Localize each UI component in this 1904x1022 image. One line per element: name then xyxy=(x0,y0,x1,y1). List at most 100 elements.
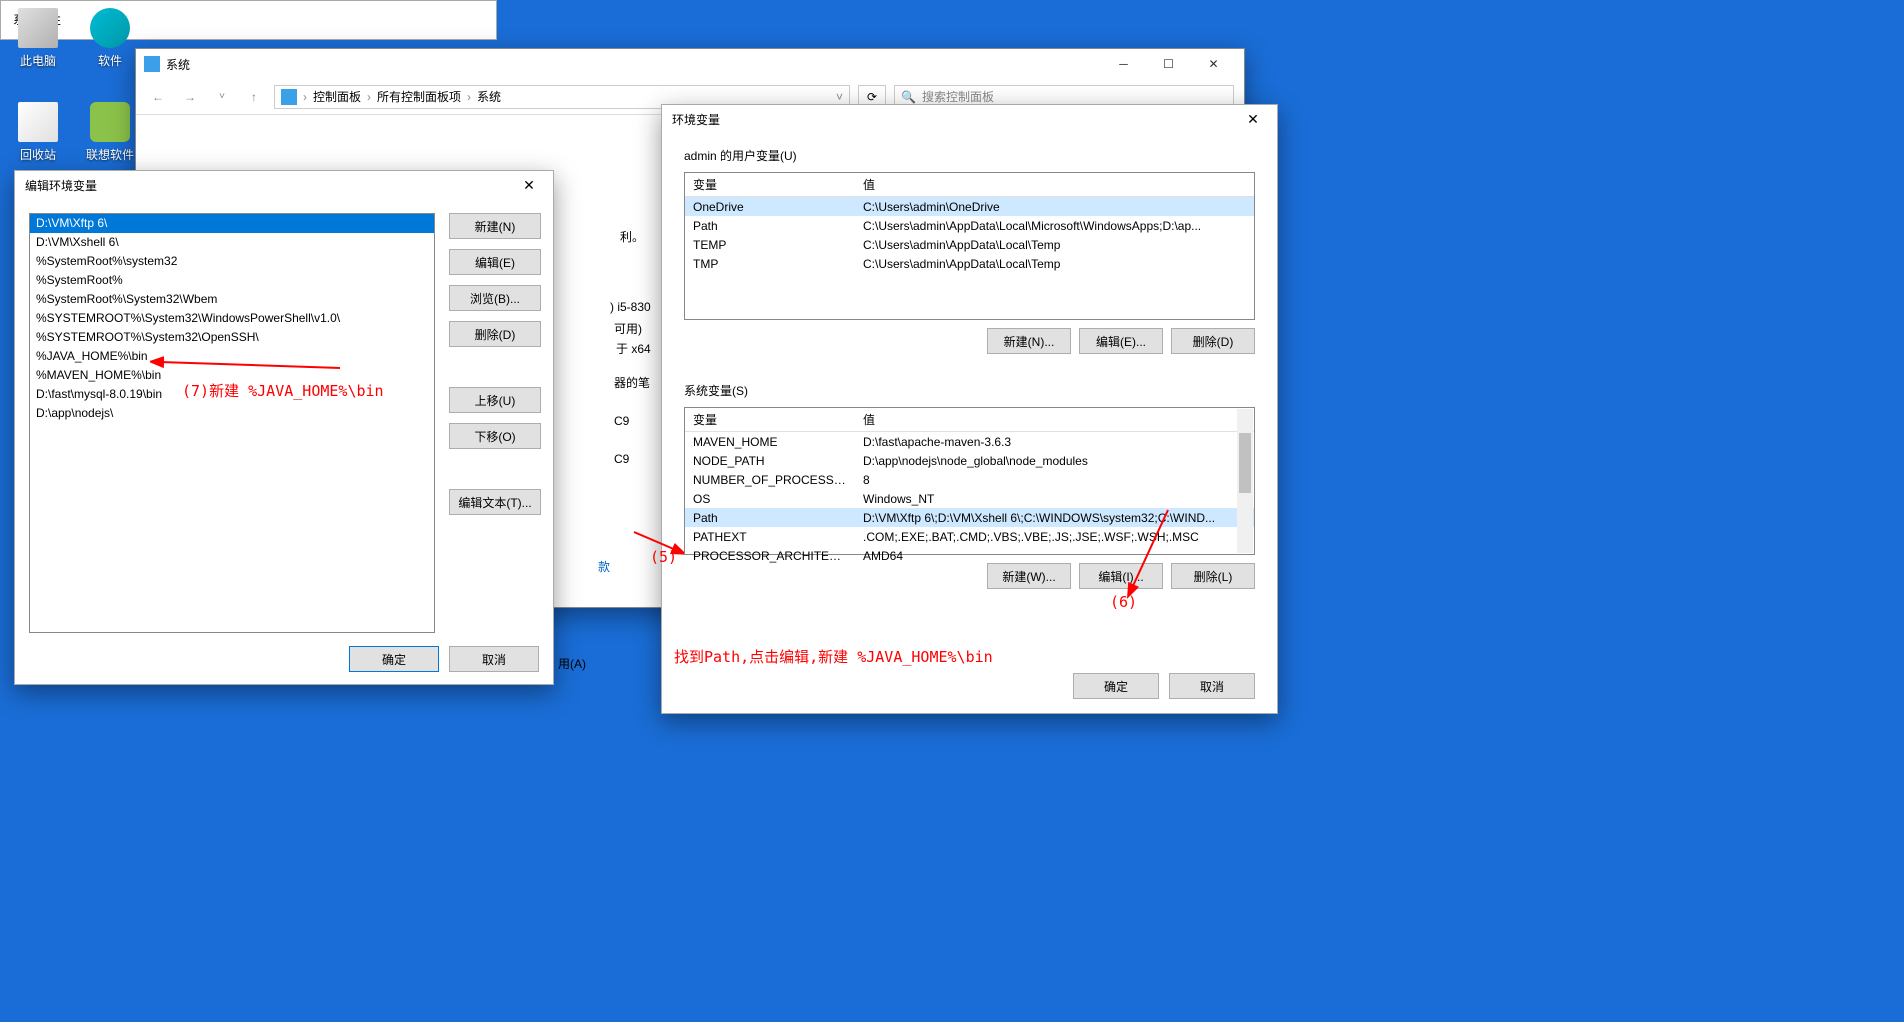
breadcrumb-item[interactable]: 控制面板 xyxy=(313,88,361,105)
breadcrumb-icon xyxy=(281,89,297,105)
var-name: OS xyxy=(685,492,855,506)
window-title: 环境变量 xyxy=(672,111,1239,128)
var-name: TMP xyxy=(685,257,855,271)
software-icon xyxy=(90,8,130,48)
system-new-button[interactable]: 新建(W)... xyxy=(987,563,1071,589)
table-row[interactable]: Path D:\VM\Xftp 6\;D:\VM\Xshell 6\;C:\WI… xyxy=(685,508,1254,527)
recycle-icon xyxy=(18,102,58,142)
close-button[interactable]: ✕ xyxy=(515,177,543,194)
user-edit-button[interactable]: 编辑(E)... xyxy=(1079,328,1163,354)
edit-text-button[interactable]: 编辑文本(T)... xyxy=(449,489,541,515)
table-row[interactable]: MAVEN_HOME D:\fast\apache-maven-3.6.3 xyxy=(685,432,1254,451)
titlebar[interactable]: 系统 ─ ☐ ✕ xyxy=(136,49,1244,79)
desktop-icon-recycle[interactable]: 回收站 xyxy=(10,102,66,163)
column-header-val[interactable]: 值 xyxy=(855,173,1254,196)
back-button[interactable]: ← xyxy=(146,85,170,109)
scrollbar-thumb[interactable] xyxy=(1239,433,1251,493)
table-row[interactable]: OS Windows_NT xyxy=(685,489,1254,508)
annotation-7: (7)新建 %JAVA_HOME%\bin xyxy=(182,380,384,401)
move-down-button[interactable]: 下移(O) xyxy=(449,423,541,449)
recent-button[interactable]: ˅ xyxy=(210,85,234,109)
new-button[interactable]: 新建(N) xyxy=(449,213,541,239)
minimize-button[interactable]: ─ xyxy=(1101,50,1146,78)
scrollbar[interactable] xyxy=(1237,409,1253,553)
delete-button[interactable]: 删除(D) xyxy=(449,321,541,347)
list-item[interactable]: %JAVA_HOME%\bin xyxy=(30,347,434,366)
list-item[interactable]: D:\VM\Xshell 6\ xyxy=(30,233,434,252)
var-value: C:\Users\admin\AppData\Local\Microsoft\W… xyxy=(855,219,1254,233)
system-vars-table[interactable]: 变量 值 MAVEN_HOME D:\fast\apache-maven-3.6… xyxy=(684,407,1255,555)
partial-text: 器的笔 xyxy=(614,374,650,391)
lenovo-icon xyxy=(90,102,130,142)
system-delete-button[interactable]: 删除(L) xyxy=(1171,563,1255,589)
partial-text: 于 x64 xyxy=(616,340,651,357)
search-icon: 🔍 xyxy=(901,90,916,104)
table-row[interactable]: PROCESSOR_ARCHITECTURE AMD64 xyxy=(685,546,1254,565)
table-row[interactable]: NUMBER_OF_PROCESSORS 8 xyxy=(685,470,1254,489)
user-vars-label: admin 的用户变量(U) xyxy=(684,147,1277,164)
breadcrumb-item[interactable]: 所有控制面板项 xyxy=(377,88,461,105)
edit-env-window: 编辑环境变量 ✕ D:\VM\Xftp 6\ D:\VM\Xshell 6\ %… xyxy=(14,170,554,685)
partial-text: 款 xyxy=(598,558,610,575)
list-item[interactable]: D:\app\nodejs\ xyxy=(30,404,434,423)
dropdown-icon[interactable]: ˅ xyxy=(836,90,843,104)
user-delete-button[interactable]: 删除(D) xyxy=(1171,328,1255,354)
system-edit-button[interactable]: 编辑(I)... xyxy=(1079,563,1163,589)
var-value: Windows_NT xyxy=(855,492,1254,506)
user-new-button[interactable]: 新建(N)... xyxy=(987,328,1071,354)
titlebar[interactable]: 编辑环境变量 ✕ xyxy=(15,171,553,199)
system-properties-window: 系统属性 xyxy=(0,0,497,40)
window-title: 编辑环境变量 xyxy=(25,177,515,194)
close-button[interactable]: ✕ xyxy=(1191,50,1236,78)
annotation-6: (6) xyxy=(1110,593,1137,611)
column-header-val[interactable]: 值 xyxy=(855,408,1254,431)
partial-text: 利。 xyxy=(620,228,644,245)
table-row[interactable]: OneDrive C:\Users\admin\OneDrive xyxy=(685,197,1254,216)
cancel-button[interactable]: 取消 xyxy=(1169,673,1255,699)
move-up-button[interactable]: 上移(U) xyxy=(449,387,541,413)
table-row[interactable]: Path C:\Users\admin\AppData\Local\Micros… xyxy=(685,216,1254,235)
user-vars-table[interactable]: 变量 值 OneDrive C:\Users\admin\OneDrive Pa… xyxy=(684,172,1255,320)
column-header-var[interactable]: 变量 xyxy=(685,408,855,431)
var-name: Path xyxy=(685,219,855,233)
this-pc-icon xyxy=(18,8,58,48)
list-item[interactable]: %SystemRoot%\system32 xyxy=(30,252,434,271)
forward-button[interactable]: → xyxy=(178,85,202,109)
var-name: PATHEXT xyxy=(685,530,855,544)
table-row[interactable]: TMP C:\Users\admin\AppData\Local\Temp xyxy=(685,254,1254,273)
table-row[interactable]: PATHEXT .COM;.EXE;.BAT;.CMD;.VBS;.VBE;.J… xyxy=(685,527,1254,546)
table-row[interactable]: NODE_PATH D:\app\nodejs\node_global\node… xyxy=(685,451,1254,470)
up-button[interactable]: ↑ xyxy=(242,85,266,109)
close-button[interactable]: ✕ xyxy=(1239,111,1267,128)
list-item[interactable]: D:\VM\Xftp 6\ xyxy=(30,214,434,233)
maximize-button[interactable]: ☐ xyxy=(1146,50,1191,78)
table-row[interactable]: TEMP C:\Users\admin\AppData\Local\Temp xyxy=(685,235,1254,254)
desktop-icon-software[interactable]: 软件 xyxy=(82,8,138,69)
chevron-right-icon: › xyxy=(467,90,471,104)
system-icon xyxy=(144,56,160,72)
ok-button[interactable]: 确定 xyxy=(349,646,439,672)
partial-text: C9 xyxy=(614,452,629,466)
search-placeholder: 搜索控制面板 xyxy=(922,88,994,105)
var-value: C:\Users\admin\OneDrive xyxy=(855,200,1254,214)
cancel-button[interactable]: 取消 xyxy=(449,646,539,672)
desktop-icon-this-pc[interactable]: 此电脑 xyxy=(10,8,66,69)
list-item[interactable]: %SystemRoot%\System32\Wbem xyxy=(30,290,434,309)
env-variables-window: 环境变量 ✕ admin 的用户变量(U) 变量 值 OneDrive C:\U… xyxy=(661,104,1278,714)
partial-text: C9 xyxy=(614,414,629,428)
list-item[interactable]: %SYSTEMROOT%\System32\OpenSSH\ xyxy=(30,328,434,347)
titlebar[interactable]: 环境变量 ✕ xyxy=(662,105,1277,133)
breadcrumb-item[interactable]: 系统 xyxy=(477,88,501,105)
desktop-icon-lenovo[interactable]: 联想软件 xyxy=(82,102,138,163)
list-item[interactable]: %SystemRoot% xyxy=(30,271,434,290)
var-name: NUMBER_OF_PROCESSORS xyxy=(685,473,855,487)
path-list[interactable]: D:\VM\Xftp 6\ D:\VM\Xshell 6\ %SystemRoo… xyxy=(29,213,435,633)
edit-button[interactable]: 编辑(E) xyxy=(449,249,541,275)
var-name: Path xyxy=(685,511,855,525)
partial-text: 可用) xyxy=(614,320,642,337)
ok-button[interactable]: 确定 xyxy=(1073,673,1159,699)
var-name: MAVEN_HOME xyxy=(685,435,855,449)
column-header-var[interactable]: 变量 xyxy=(685,173,855,196)
browse-button[interactable]: 浏览(B)... xyxy=(449,285,541,311)
list-item[interactable]: %SYSTEMROOT%\System32\WindowsPowerShell\… xyxy=(30,309,434,328)
